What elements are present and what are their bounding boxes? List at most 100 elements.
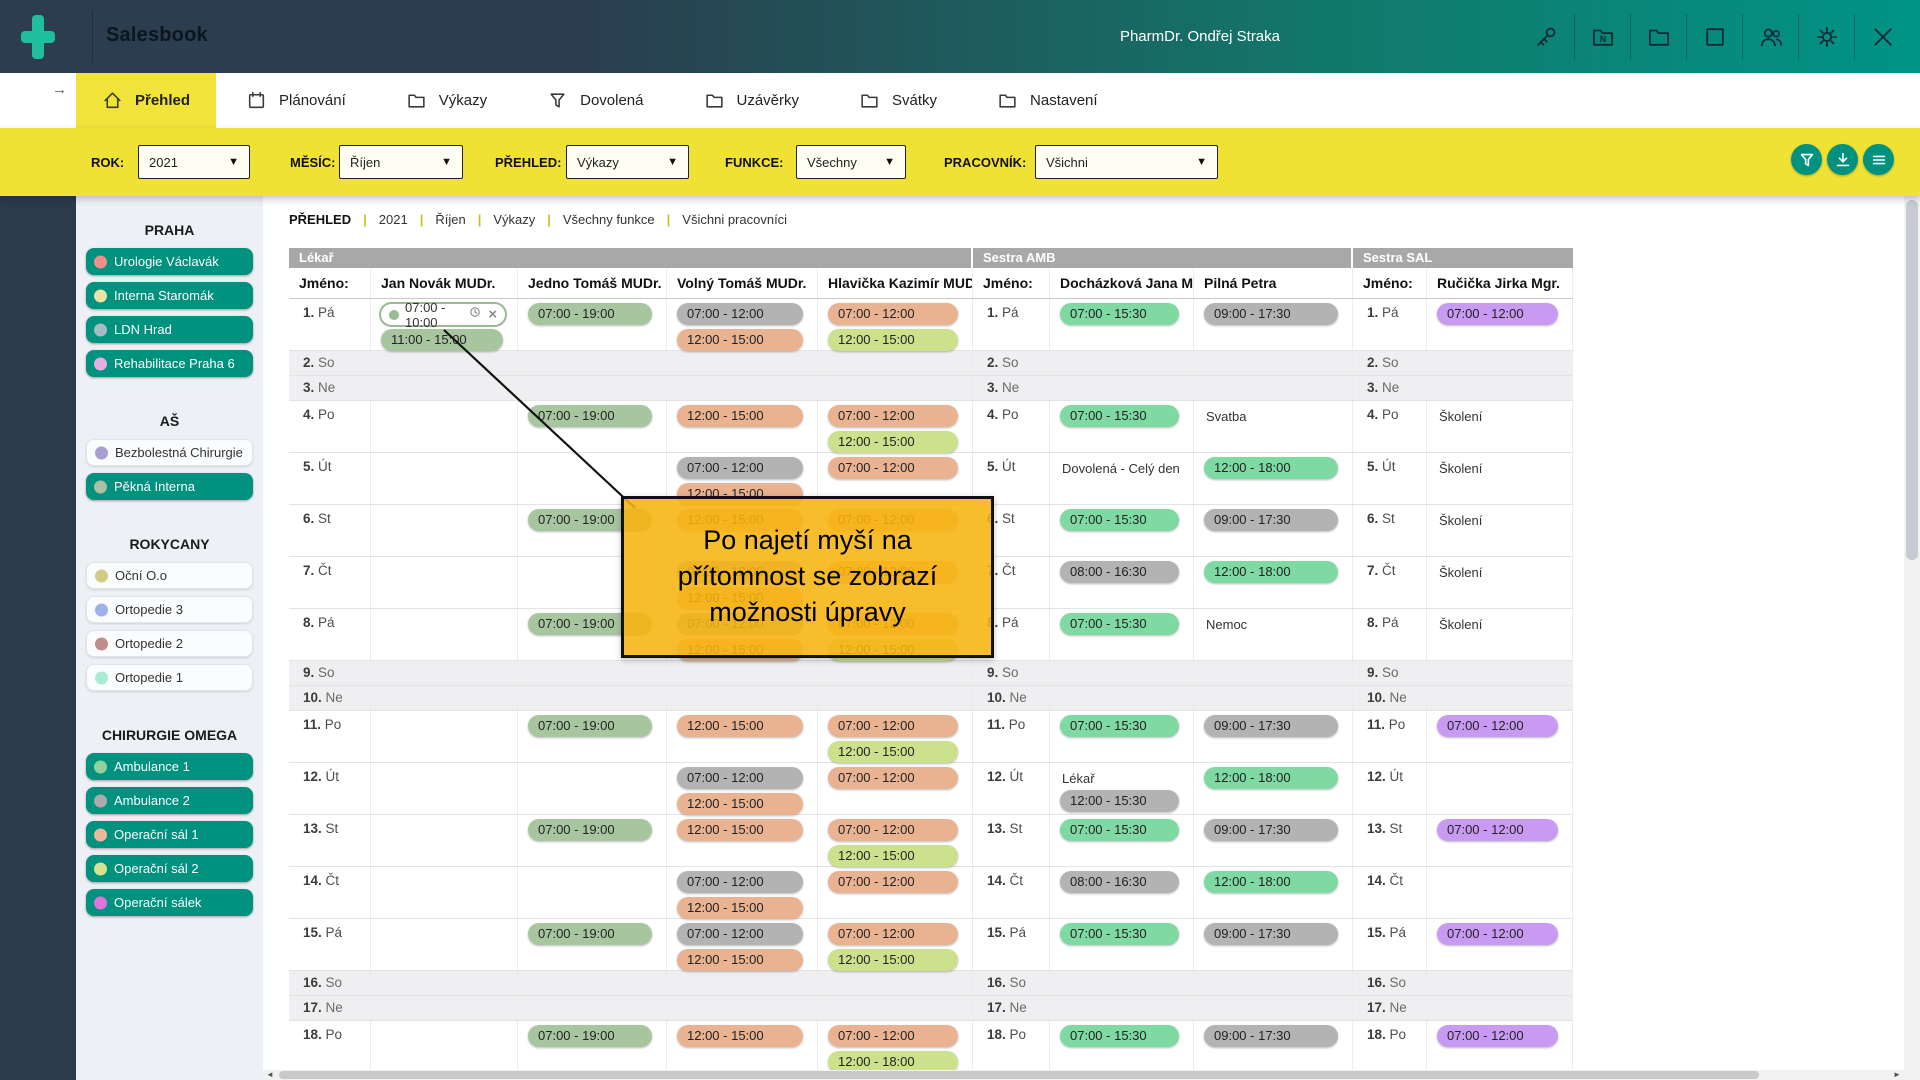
breadcrumb-item[interactable]: Výkazy xyxy=(493,212,535,227)
attendance-pill[interactable]: 07:00 - 12:00 xyxy=(828,923,958,945)
attendance-pill[interactable]: 07:00 - 12:00 xyxy=(1437,819,1558,841)
attendance-pill[interactable]: 12:00 - 15:00 xyxy=(828,949,958,971)
sidebar-item-ambulance-2[interactable]: Ambulance 2 xyxy=(86,787,253,814)
delete-attendance-icon[interactable]: × xyxy=(488,307,497,322)
attendance-pill[interactable]: 09:00 - 17:30 xyxy=(1204,303,1338,325)
sidebar-item-operac-ni-sa-l-2[interactable]: Operační sál 2 xyxy=(86,855,253,882)
attendance-pill[interactable]: 08:00 - 16:30 xyxy=(1060,561,1179,583)
attendance-pill[interactable]: 12:00 - 15:00 xyxy=(828,431,958,453)
breadcrumb-item[interactable]: 2021 xyxy=(379,212,408,227)
edit-time-icon[interactable] xyxy=(468,305,482,324)
attendance-pill[interactable]: 07:00 - 12:00 xyxy=(828,767,958,789)
attendance-pill[interactable]: 07:00 - 19:00 xyxy=(528,303,652,325)
attendance-pill[interactable]: 09:00 - 17:30 xyxy=(1204,819,1338,841)
tab-uzaverky[interactable]: Uzávěrky xyxy=(674,73,830,128)
attendance-pill[interactable]: 07:00 - 12:00 xyxy=(1437,1025,1558,1047)
topbar-gear-button[interactable] xyxy=(1798,14,1854,60)
attendance-pill[interactable]: 07:00 - 15:30 xyxy=(1060,509,1179,531)
horizontal-scrollbar[interactable]: ◄ ► xyxy=(263,1070,1904,1080)
topbar-folder-button[interactable] xyxy=(1630,14,1686,60)
attendance-pill[interactable]: 12:00 - 15:00 xyxy=(677,405,803,427)
attendance-pill[interactable]: 12:00 - 18:00 xyxy=(1204,457,1338,479)
attendance-pill[interactable]: 07:00 - 12:00 xyxy=(828,457,958,479)
vertical-scrollbar[interactable] xyxy=(1904,196,1920,1080)
tab-nastaveni[interactable]: Nastavení xyxy=(967,73,1128,128)
filterbar-menu-button[interactable] xyxy=(1863,144,1894,175)
sidebar-item-oc-ni-o-o[interactable]: Oční O.o xyxy=(86,562,253,589)
attendance-pill[interactable]: 07:00 - 19:00 xyxy=(528,405,652,427)
attendance-pill[interactable]: 07:00 - 15:30 xyxy=(1060,405,1179,427)
attendance-pill[interactable]: 09:00 - 17:30 xyxy=(1204,1025,1338,1047)
sidebar-item-bezbolestna-chirurgie[interactable]: Bezbolestná Chirurgie xyxy=(86,439,253,466)
attendance-pill[interactable]: 07:00 - 15:30 xyxy=(1060,715,1179,737)
sidebar-item-operac-ni-sa-l-1[interactable]: Operační sál 1 xyxy=(86,821,253,848)
sidebar-item-ambulance-1[interactable]: Ambulance 1 xyxy=(86,753,253,780)
sidebar-item-ortopedie-3[interactable]: Ortopedie 3 xyxy=(86,596,253,623)
vscroll-thumb[interactable] xyxy=(1906,200,1918,560)
filterbar-filter-button[interactable] xyxy=(1791,144,1822,175)
attendance-pill[interactable]: 07:00 - 15:30 xyxy=(1060,303,1179,325)
attendance-pill[interactable]: 07:00 - 12:00 xyxy=(1437,303,1558,325)
attendance-pill[interactable]: 07:00 - 12:00 xyxy=(828,303,958,325)
attendance-pill[interactable]: 12:00 - 15:00 xyxy=(677,1025,803,1047)
sidebar-item-urologie-va-clava-k[interactable]: Urologie Václavák xyxy=(86,248,253,275)
attendance-pill[interactable]: 12:00 - 18:00 xyxy=(1204,767,1338,789)
filter-select-0[interactable]: 2021▼ xyxy=(138,145,250,179)
filter-select-4[interactable]: Všichni▼ xyxy=(1035,145,1218,179)
attendance-pill[interactable]: 12:00 - 15:30 xyxy=(1060,790,1179,812)
attendance-pill[interactable]: 07:00 - 19:00 xyxy=(528,1025,652,1047)
attendance-pill[interactable]: 07:00 - 12:00 xyxy=(1437,715,1558,737)
sidebar-item-operac-ni-sa-lek[interactable]: Operační sálek xyxy=(86,889,253,916)
attendance-pill[interactable]: 08:00 - 16:30 xyxy=(1060,871,1179,893)
topbar-window-button[interactable] xyxy=(1686,14,1742,60)
tab-planovani[interactable]: Plánování xyxy=(216,73,376,128)
tab-dovolena[interactable]: Dovolená xyxy=(517,73,673,128)
attendance-pill[interactable]: 07:00 - 12:00 xyxy=(677,871,803,893)
tab-vykazy[interactable]: Výkazy xyxy=(376,73,517,128)
attendance-pill[interactable]: 07:00 - 19:00 xyxy=(528,715,652,737)
attendance-pill[interactable]: 09:00 - 17:30 xyxy=(1204,715,1338,737)
attendance-pill[interactable]: 07:00 - 12:00 xyxy=(828,871,958,893)
attendance-pill[interactable]: 09:00 - 17:30 xyxy=(1204,509,1338,531)
attendance-pill[interactable]: 07:00 - 12:00 xyxy=(828,819,958,841)
breadcrumb-item[interactable]: Všechny funkce xyxy=(563,212,655,227)
attendance-pill[interactable]: 12:00 - 15:00 xyxy=(677,715,803,737)
sidebar-item-ortopedie-2[interactable]: Ortopedie 2 xyxy=(86,630,253,657)
filter-select-2[interactable]: Výkazy▼ xyxy=(566,145,689,179)
attendance-pill[interactable]: 12:00 - 15:00 xyxy=(677,329,803,351)
attendance-pill[interactable]: 12:00 - 15:00 xyxy=(828,845,958,867)
sidebar-item-rehabilitace-praha-6[interactable]: Rehabilitace Praha 6 xyxy=(86,350,253,377)
sidebar-item-pe-kna-interna[interactable]: Pěkná Interna xyxy=(86,473,253,500)
filter-select-1[interactable]: Říjen▼ xyxy=(339,145,463,179)
attendance-pill[interactable]: 07:00 - 12:00 xyxy=(677,303,803,325)
attendance-pill[interactable]: 07:00 - 12:00 xyxy=(828,715,958,737)
attendance-pill[interactable]: 12:00 - 18:00 xyxy=(1204,561,1338,583)
attendance-pill[interactable]: 07:00 - 12:00 xyxy=(1437,923,1558,945)
attendance-pill[interactable]: 07:00 - 12:00 xyxy=(828,1025,958,1047)
attendance-pill[interactable]: 12:00 - 15:00 xyxy=(677,819,803,841)
attendance-pill[interactable]: 12:00 - 15:00 xyxy=(677,897,803,919)
forward-arrow-icon[interactable]: → xyxy=(52,81,67,98)
attendance-pill[interactable]: 11:00 - 15:00 xyxy=(381,329,503,351)
attendance-pill[interactable]: 09:00 - 17:30 xyxy=(1204,923,1338,945)
breadcrumb-item[interactable]: Říjen xyxy=(435,212,465,227)
attendance-pill[interactable]: 07:00 - 15:30 xyxy=(1060,613,1179,635)
attendance-pill[interactable]: 07:00 - 15:30 xyxy=(1060,819,1179,841)
attendance-pill[interactable]: 07:00 - 15:30 xyxy=(1060,923,1179,945)
attendance-pill[interactable]: 07:00 - 19:00 xyxy=(528,923,652,945)
topbar-folder-note-button[interactable]: N xyxy=(1574,14,1630,60)
tab-svatky[interactable]: Svátky xyxy=(829,73,967,128)
sidebar-item-interna-staroma-k[interactable]: Interna Staromák xyxy=(86,282,253,309)
hscroll-thumb[interactable] xyxy=(279,1071,1759,1079)
attendance-pill[interactable]: 07:00 - 12:00 xyxy=(828,405,958,427)
attendance-hover-pill[interactable]: 07:00 - 10:00× xyxy=(379,302,507,327)
attendance-pill[interactable]: 12:00 - 18:00 xyxy=(1204,871,1338,893)
attendance-pill[interactable]: 12:00 - 15:00 xyxy=(677,793,803,815)
topbar-users-button[interactable] xyxy=(1742,14,1798,60)
topbar-close-button[interactable] xyxy=(1854,14,1910,60)
filterbar-download-button[interactable] xyxy=(1827,144,1858,175)
attendance-pill[interactable]: 12:00 - 15:00 xyxy=(677,949,803,971)
attendance-pill[interactable]: 12:00 - 15:00 xyxy=(828,741,958,763)
scroll-left-arrow[interactable]: ◄ xyxy=(263,1070,277,1080)
attendance-pill[interactable]: 07:00 - 12:00 xyxy=(677,457,803,479)
